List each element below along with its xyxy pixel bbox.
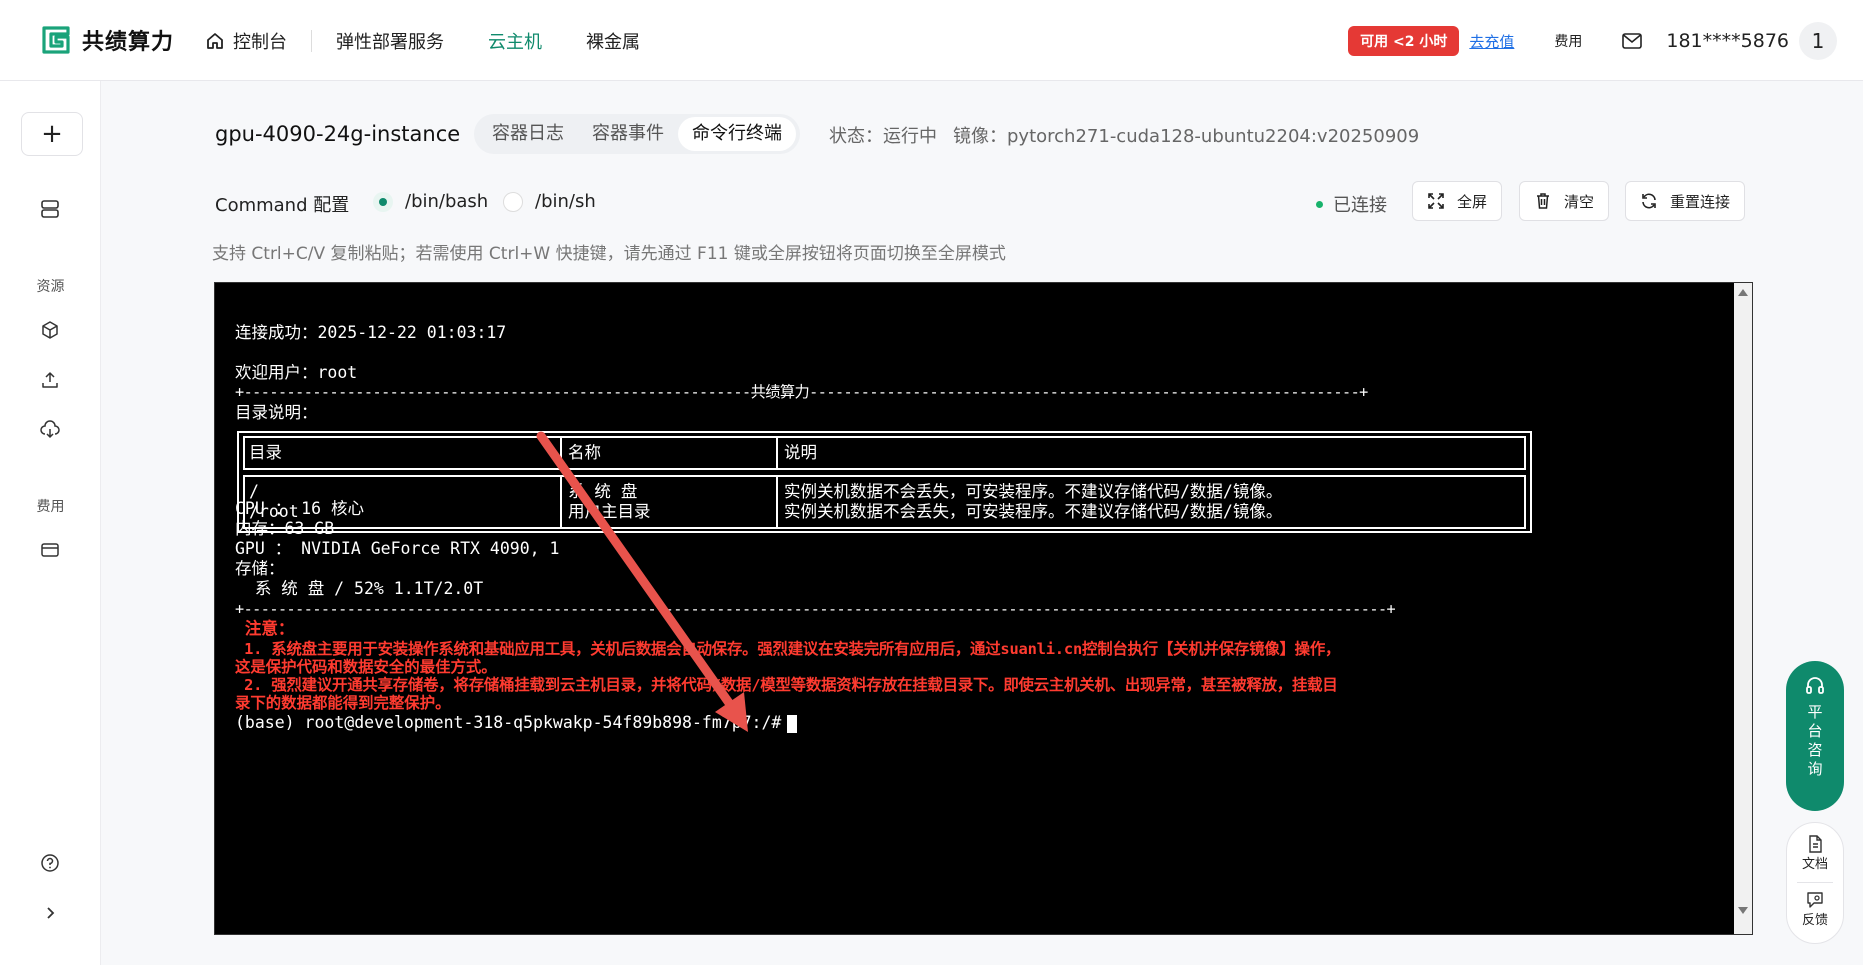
user-phone[interactable]: 181****5876 — [1666, 30, 1789, 52]
clear-label: 清空 — [1564, 192, 1595, 211]
radio-unchecked-icon — [503, 191, 523, 212]
sidebar: + 资源 费用 — [0, 81, 101, 965]
scroll-up-icon[interactable] — [1738, 289, 1748, 296]
create-button[interactable]: + — [21, 112, 83, 156]
table-header-row: 目录 名称 说明 — [243, 436, 1526, 470]
consult-label: 平台咨询 — [1807, 703, 1823, 778]
notice-line-1a: 1. 系统盘主要用于安装操作系统和基础应用工具，关机后数据会自动保存。强烈建议在… — [235, 640, 1341, 658]
docs-label: 文档 — [1801, 857, 1828, 872]
nav-elastic[interactable]: 弹性部署服务 — [336, 28, 444, 54]
consult-button[interactable]: 平台咨询 — [1786, 661, 1844, 811]
brand-logo[interactable]: 共绩算力 — [40, 24, 174, 56]
instance-image: 镜像：pytorch271-cuda128-ubuntu2204:v202509… — [953, 126, 1420, 147]
table-cell-desc: 实例关机数据不会丢失，可安装程序。不建议存储代码/数据/镜像。 实例关机数据不会… — [784, 482, 1283, 521]
fullscreen-icon — [1428, 193, 1444, 209]
feedback-icon — [1807, 892, 1823, 908]
float-divider — [1797, 882, 1833, 883]
radio-sh-label: /bin/sh — [535, 191, 596, 212]
tab-terminal[interactable]: 命令行终端 — [678, 117, 796, 151]
tab-bar: 容器日志 容器事件 命令行终端 — [474, 114, 800, 154]
radio-checked-icon — [373, 191, 393, 212]
upload-icon[interactable] — [38, 368, 62, 392]
terminal-border-top: +---------------------------------------… — [235, 383, 1368, 401]
table-header-dir: 目录 — [245, 438, 562, 468]
terminal-line-welcome: 欢迎用户：root — [235, 363, 358, 382]
feedback-label: 反馈 — [1801, 913, 1828, 928]
clear-button[interactable]: 清空 — [1519, 181, 1610, 221]
terminal-window[interactable]: 连接成功：2025-12-22 01:03:17 欢迎用户：root +----… — [214, 282, 1753, 935]
terminal-line-cpu: CPU ： 16 核心 — [235, 499, 364, 518]
headset-icon — [1806, 677, 1824, 694]
avatar[interactable]: 1 — [1799, 22, 1837, 60]
tab-container-events[interactable]: 容器事件 — [578, 117, 678, 151]
terminal-line-mem: 内存：63 GB — [235, 519, 335, 538]
reconnect-label: 重置连接 — [1670, 192, 1731, 211]
server-list-icon[interactable] — [38, 197, 62, 221]
cloud-sync-icon[interactable] — [38, 418, 62, 442]
help-icon[interactable] — [38, 851, 62, 875]
doc-feedback-panel: 文档 反馈 — [1786, 822, 1844, 944]
terminal-line-disk: 系 统 盘 / 52% 1.1T/2.0T — [235, 579, 484, 598]
terminal-border-bottom: +---------------------------------------… — [235, 600, 1396, 618]
availability-badge: 可用 <2 小时 — [1348, 26, 1460, 56]
nav-bare-metal[interactable]: 裸金属 — [586, 28, 640, 54]
radio-bin-sh[interactable]: /bin/sh — [503, 191, 596, 212]
terminal-line-gpu: GPU ： NVIDIA GeForce RTX 4090, 1 — [235, 539, 560, 558]
radio-bin-bash[interactable]: /bin/bash — [373, 191, 488, 212]
terminal-line-connect: 连接成功：2025-12-22 01:03:17 — [235, 323, 507, 342]
notice-title: 注意： — [235, 619, 295, 638]
recharge-link[interactable]: 去充值 — [1469, 31, 1514, 52]
expand-chevron-icon[interactable] — [38, 901, 62, 925]
tab-container-logs[interactable]: 容器日志 — [478, 117, 578, 151]
card-icon[interactable] — [38, 538, 62, 562]
refresh-icon — [1642, 193, 1656, 209]
docs-button[interactable]: 文档 — [1802, 835, 1828, 872]
nav-cloud[interactable]: 云主机 — [488, 28, 542, 54]
mail-icon[interactable] — [1622, 33, 1643, 49]
document-icon — [1809, 835, 1822, 853]
trash-icon — [1537, 193, 1549, 209]
sidebar-section-resources: 资源 — [36, 279, 65, 295]
nav-divider — [311, 29, 312, 52]
main-nav: 控制台 弹性部署服务 云主机 裸金属 — [205, 0, 640, 81]
connection-status: 已连接 — [1316, 191, 1387, 217]
top-bar: 共绩算力 控制台 弹性部署服务 云主机 裸金属 可用 <2 小时 去充值 费用 … — [0, 0, 1863, 81]
top-right-area: 可用 <2 小时 去充值 费用 181****5876 1 — [1348, 22, 1837, 60]
terminal-cursor — [787, 714, 798, 733]
home-icon — [207, 32, 223, 49]
connection-status-label: 已连接 — [1333, 195, 1387, 216]
table-header-name: 名称 — [564, 438, 778, 468]
scroll-down-icon[interactable] — [1738, 907, 1748, 914]
prompt-text: (base) root@development-318-q5pkwakp-54f… — [235, 713, 782, 732]
instance-name: gpu-4090-24g-instance — [215, 122, 461, 146]
command-config-label: Command 配置 — [215, 195, 350, 216]
terminal-prompt[interactable]: (base) root@development-318-q5pkwakp-54f… — [235, 713, 798, 733]
terminal-line-dir: 目录说明： — [235, 403, 318, 422]
sidebar-section-fees: 费用 — [36, 499, 65, 515]
cube-icon[interactable] — [38, 318, 62, 342]
terminal-line-storage: 存储： — [235, 559, 285, 578]
notice-line-2a: 2. 强烈建议开通共享存储卷，将存储桶挂载到云主机目录，并将代码/数据/模型等数… — [235, 676, 1338, 694]
fee-link[interactable]: 费用 — [1554, 31, 1582, 51]
brand-logo-icon — [42, 26, 70, 54]
feedback-button[interactable]: 反馈 — [1802, 891, 1828, 928]
table-header-desc: 说明 — [784, 443, 817, 462]
reconnect-button[interactable]: 重置连接 — [1625, 181, 1746, 221]
table-cell-name: 系 统 盘 用户主目录 — [564, 477, 778, 527]
radio-bash-label: /bin/bash — [405, 191, 489, 212]
fullscreen-button[interactable]: 全屏 — [1412, 181, 1503, 221]
terminal-hint: 支持 Ctrl+C/V 复制粘贴；若需使用 Ctrl+W 快捷键，请先通过 F1… — [212, 244, 1006, 264]
connected-dot-icon — [1316, 200, 1323, 208]
nav-console-label: 控制台 — [233, 31, 287, 53]
brand-name: 共绩算力 — [82, 30, 175, 55]
directory-table: 目录 名称 说明 / /root 系 统 盘 用户主目录 实例关机数据不会丢失，… — [237, 431, 1532, 533]
fullscreen-label: 全屏 — [1457, 192, 1488, 211]
terminal-scrollbar[interactable] — [1734, 283, 1752, 934]
nav-console[interactable]: 控制台 — [205, 28, 287, 54]
notice-line-2b: 录下的数据都能得到完整保护。 — [235, 694, 451, 712]
instance-status: 状态：运行中 — [829, 126, 937, 147]
table-row: / /root 系 统 盘 用户主目录 实例关机数据不会丢失，可安装程序。不建议… — [243, 475, 1526, 529]
notice-line-1b: 这是保护代码和数据安全的最佳方式。 — [235, 658, 497, 676]
